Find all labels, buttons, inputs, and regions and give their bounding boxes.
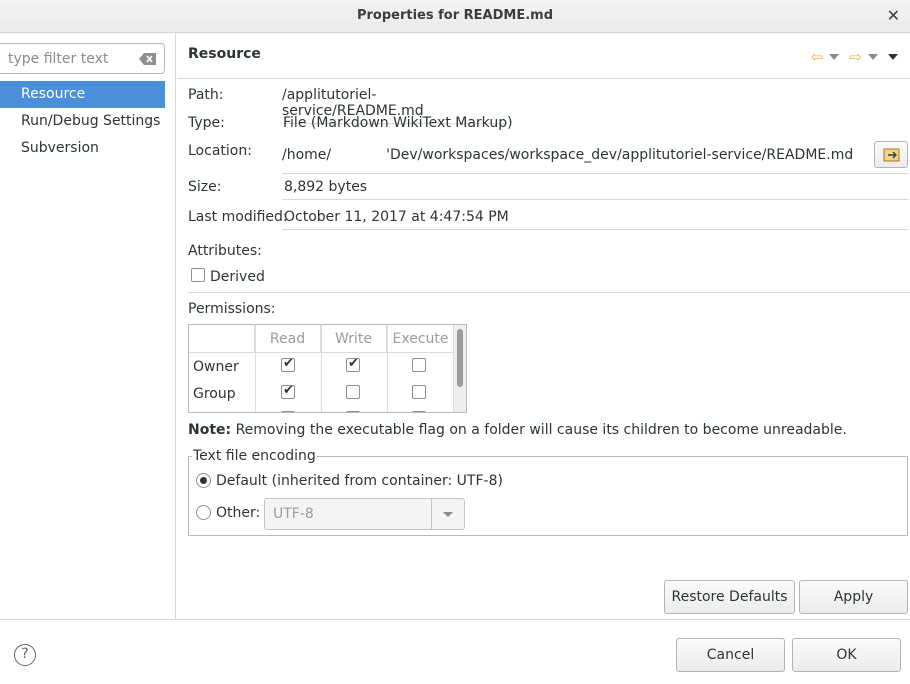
location-suffix: 'Dev/workspaces/workspace_dev/applitutor… — [386, 147, 854, 163]
path-label: Path: — [188, 87, 224, 103]
group-write-checkbox[interactable] — [346, 385, 360, 399]
other-encoding-label: Other: — [216, 505, 261, 521]
type-label: Type: — [188, 115, 225, 131]
dialog-footer: ? Cancel OK — [0, 619, 910, 684]
view-menu-icon[interactable] — [888, 54, 898, 60]
column-header-write: Write — [321, 325, 387, 353]
corner-header-cell — [189, 325, 255, 353]
size-value[interactable]: 8,892 bytes — [282, 179, 908, 200]
encoding-select[interactable]: UTF-8 — [264, 498, 465, 530]
other-execute-checkbox[interactable] — [412, 411, 426, 412]
encoding-legend: Text file encoding — [192, 448, 317, 464]
sidebar-item-resource[interactable]: Resource — [0, 81, 165, 108]
last-modified-value[interactable]: October 11, 2017 at 4:47:54 PM — [282, 209, 908, 230]
owner-execute-checkbox[interactable] — [412, 358, 426, 372]
row-label-owner: Owner — [193, 359, 239, 375]
main-panel: Resource ⇦ ⇨ Path: /applitutoriel-servic… — [177, 33, 910, 619]
other-write-checkbox[interactable] — [346, 411, 360, 412]
column-header-read: Read — [255, 325, 321, 353]
filter-placeholder: type filter text — [8, 51, 109, 67]
cancel-button[interactable]: Cancel — [676, 638, 785, 672]
location-label: Location: — [188, 143, 252, 159]
derived-label: Derived — [210, 269, 265, 285]
attributes-divider — [188, 292, 910, 293]
forward-dropdown-icon[interactable] — [868, 54, 878, 60]
encoding-select-value: UTF-8 — [273, 506, 314, 522]
attributes-label: Attributes: — [188, 243, 262, 259]
ok-button[interactable]: OK — [792, 638, 901, 672]
note-text: Removing the executable flag on a folder… — [231, 422, 847, 438]
row-label-group: Group — [193, 386, 236, 402]
size-label: Size: — [188, 179, 222, 195]
group-execute-checkbox[interactable] — [412, 385, 426, 399]
chevron-down-icon[interactable] — [431, 499, 464, 529]
close-icon[interactable]: ✕ — [887, 6, 900, 25]
note-prefix: Note: — [188, 422, 232, 438]
sidebar: type filter text Resource Run/Debug Sett… — [0, 33, 176, 619]
back-dropdown-icon[interactable] — [829, 54, 840, 60]
back-arrow-icon[interactable]: ⇦ — [811, 48, 824, 66]
owner-write-checkbox[interactable] — [346, 356, 360, 372]
default-encoding-radio[interactable] — [196, 473, 211, 488]
permissions-note: Note: Removing the executable flag on a … — [188, 422, 847, 438]
permissions-table: Read Write Execute Owner Group — [188, 324, 467, 413]
history-navigation: ⇦ ⇨ — [811, 48, 902, 66]
clear-filter-icon[interactable] — [139, 53, 156, 65]
permissions-label: Permissions: — [188, 301, 276, 317]
sidebar-item-subversion[interactable]: Subversion — [0, 135, 165, 162]
last-modified-label: Last modified: — [188, 209, 288, 225]
column-header-execute: Execute — [387, 325, 455, 353]
other-encoding-radio[interactable] — [196, 505, 211, 520]
open-location-button[interactable] — [874, 141, 908, 168]
column-divider — [321, 325, 322, 412]
sidebar-item-run-debug-settings[interactable]: Run/Debug Settings — [0, 108, 165, 135]
help-icon[interactable]: ? — [14, 644, 36, 666]
apply-button[interactable]: Apply — [799, 580, 908, 614]
open-location-icon — [883, 148, 900, 162]
type-value: File (Markdown WikiText Markup) — [283, 115, 513, 131]
window-title: Properties for README.md — [356, 8, 554, 23]
page-header: Resource ⇦ ⇨ — [177, 33, 910, 79]
owner-read-checkbox[interactable] — [281, 356, 295, 372]
title-bar: Properties for README.md ✕ — [0, 0, 910, 33]
filter-input[interactable]: type filter text — [0, 43, 165, 74]
scrollbar-thumb[interactable] — [457, 329, 463, 387]
page-title: Resource — [188, 46, 261, 62]
default-encoding-label: Default (inherited from container: UTF-8… — [216, 473, 503, 489]
location-value[interactable]: /home/ 'Dev/workspaces/workspace_dev/appl… — [282, 147, 908, 174]
column-divider — [387, 325, 388, 412]
text-file-encoding-group: Text file encoding Default (inherited fr… — [188, 448, 908, 536]
column-divider — [255, 325, 256, 412]
restore-defaults-button[interactable]: Restore Defaults — [664, 580, 795, 614]
forward-arrow-icon[interactable]: ⇨ — [849, 48, 862, 66]
group-read-checkbox[interactable] — [281, 383, 295, 399]
location-prefix: /home/ — [282, 147, 332, 163]
derived-checkbox[interactable] — [191, 268, 205, 282]
permissions-scrollbar[interactable] — [453, 325, 466, 412]
other-read-checkbox[interactable] — [281, 411, 295, 412]
